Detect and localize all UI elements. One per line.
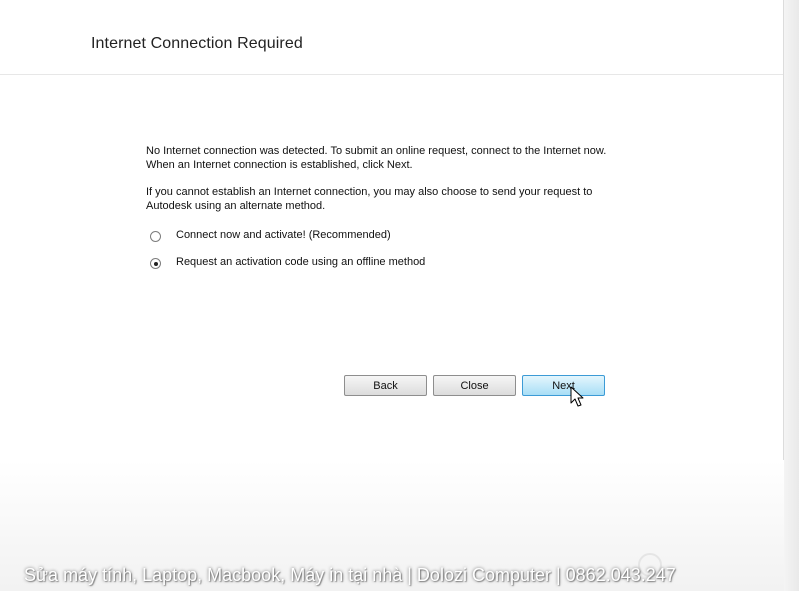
radio-connect-now[interactable] [150, 231, 161, 242]
dialog-message: No Internet connection was detected. To … [146, 144, 646, 213]
message-line-3: If you cannot establish an Internet conn… [146, 186, 593, 198]
option-connect-now-label[interactable]: Connect now and activate! (Recommended) [176, 229, 391, 241]
message-line-4: Autodesk using an alternate method. [146, 200, 326, 212]
mouse-pointer-icon [570, 386, 584, 407]
dialog-header: Internet Connection Required [0, 0, 784, 75]
window-edge [783, 0, 799, 591]
next-button[interactable]: Next [522, 375, 605, 396]
message-line-1: No Internet connection was detected. To … [146, 145, 607, 157]
watermark-text: Sửa máy tính, Laptop, Macbook, Máy in tạ… [24, 565, 676, 585]
close-button[interactable]: Close [433, 375, 516, 396]
message-line-2: When an Internet connection is establish… [146, 159, 413, 171]
radio-offline-request[interactable] [150, 258, 161, 269]
back-button[interactable]: Back [344, 375, 427, 396]
option-offline-request-label[interactable]: Request an activation code using an offl… [176, 256, 425, 268]
page-title: Internet Connection Required [91, 35, 303, 52]
